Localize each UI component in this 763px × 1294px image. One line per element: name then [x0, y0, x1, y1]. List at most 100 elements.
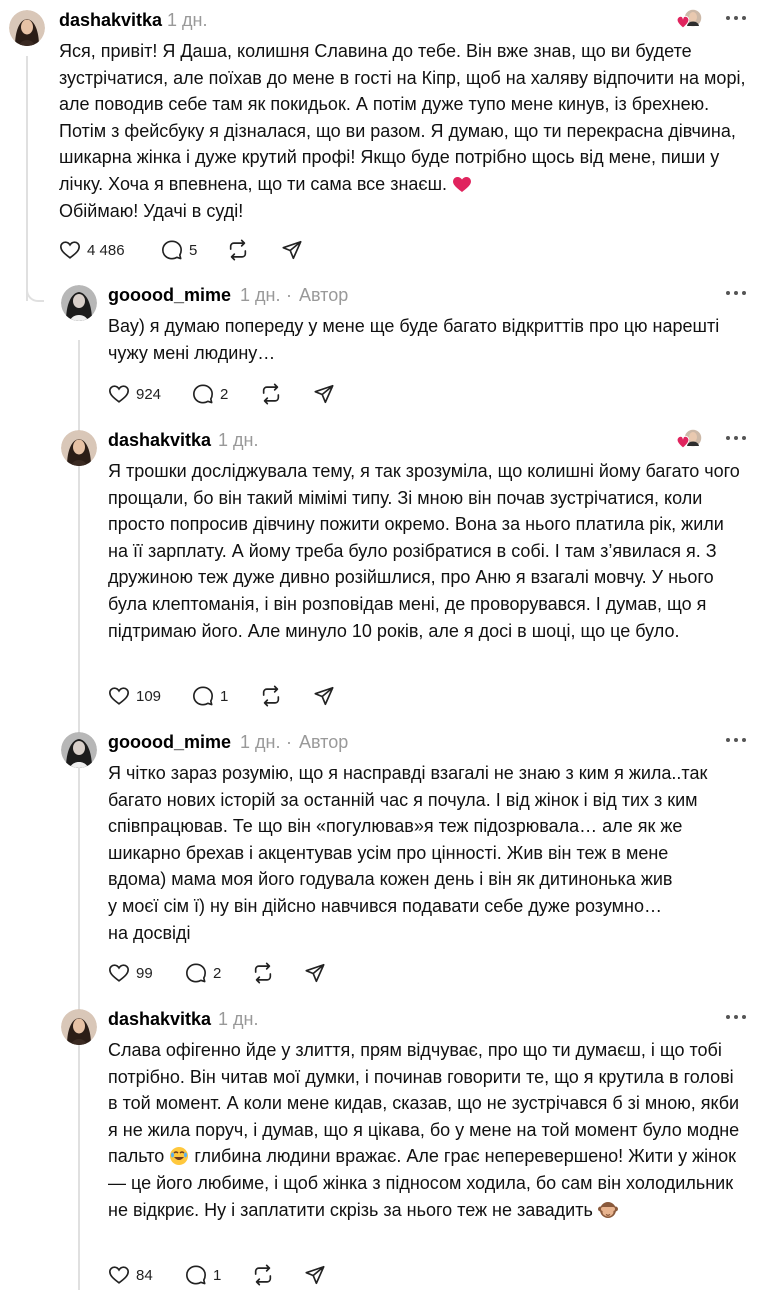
repost-button[interactable] — [251, 1260, 275, 1290]
repost-icon — [254, 1264, 272, 1286]
like-button[interactable]: 924 — [108, 379, 161, 409]
timestamp: 1 дн. — [218, 1009, 259, 1029]
repost-icon — [254, 962, 272, 984]
like-count: 84 — [136, 1266, 153, 1284]
username[interactable]: gooood_mime — [108, 732, 231, 753]
share-button[interactable] — [304, 958, 326, 988]
reply-button[interactable]: 2 — [192, 379, 228, 409]
comment-text-part: глибина людини вражає. Але грає непереве… — [108, 1146, 737, 1220]
heart-icon — [60, 241, 80, 259]
more-options-icon[interactable] — [724, 730, 748, 750]
text-line: на досвіді — [108, 922, 191, 943]
comment-icon — [186, 963, 206, 983]
repost-icon — [262, 383, 280, 405]
action-bar: 924 2 — [108, 379, 388, 409]
reply: dashakvitka 1 дн. Я трошки досліджувала … — [0, 428, 763, 720]
repost-icon — [229, 239, 247, 261]
repost-button[interactable] — [251, 958, 275, 988]
like-button[interactable]: 109 — [108, 681, 161, 711]
comment-icon — [193, 686, 213, 706]
share-icon — [282, 240, 302, 260]
share-button[interactable] — [313, 379, 335, 409]
action-bar: 99 2 — [108, 958, 388, 988]
action-bar: 84 1 — [108, 1260, 388, 1290]
share-icon — [314, 686, 334, 706]
heart-icon — [109, 964, 129, 982]
comment-text: Я трошки досліджувала тему, я так зрозум… — [108, 461, 740, 641]
meta-separator: · — [286, 285, 292, 305]
author-tag: Автор — [299, 285, 349, 305]
text-line: у моєї сім ї) ну він дійсно навчився под… — [108, 895, 662, 916]
author-tag: Автор — [299, 732, 349, 752]
action-bar: 4 486 5 — [59, 235, 359, 265]
comment-text: Слава офігенно йде у злиття, прям відчув… — [108, 1037, 748, 1223]
avatar[interactable] — [61, 285, 97, 321]
reply-count: 1 — [220, 687, 229, 705]
comment-icon — [162, 240, 182, 260]
comment-text-part: Яся, привіт! Я Даша, колишня Славина до … — [59, 41, 746, 194]
share-icon — [305, 1265, 325, 1285]
meta-separator: · — [286, 732, 292, 752]
avatar[interactable] — [9, 10, 45, 46]
username[interactable]: dashakvitka — [108, 1009, 211, 1030]
share-icon — [314, 384, 334, 404]
repost-icon — [262, 685, 280, 707]
avatar[interactable] — [61, 732, 97, 768]
text-line: багато нових історій за останній час я п… — [108, 789, 698, 810]
like-count: 4 486 — [87, 241, 125, 259]
see-no-evil-monkey-emoji — [597, 1200, 618, 1220]
more-options-icon[interactable] — [724, 283, 748, 303]
more-options-icon[interactable] — [724, 1007, 748, 1027]
timestamp: 1 дн. — [240, 285, 281, 305]
text-line: вдома) мама моя його годувала кожен день… — [108, 869, 673, 890]
like-button[interactable]: 84 — [108, 1260, 153, 1290]
action-bar: 109 1 — [108, 681, 388, 711]
comment: dashakvitka 1 дн. Яся, привіт! Я Даша, к… — [0, 8, 763, 280]
share-button[interactable] — [304, 1260, 326, 1290]
author-liked-badge — [676, 8, 704, 30]
reply-button[interactable]: 1 — [192, 681, 228, 711]
more-options-icon[interactable] — [724, 428, 748, 448]
text-line: Я чітко зараз розумію, що я насправді вз… — [108, 763, 708, 783]
reply: gooood_mime 1 дн. · Автор Я чітко зараз … — [0, 732, 763, 997]
avatar[interactable] — [61, 1009, 97, 1045]
heart-icon — [109, 385, 129, 403]
timestamp: 1 дн. — [218, 430, 259, 450]
reply-button[interactable]: 5 — [161, 235, 197, 265]
reply-count: 2 — [220, 385, 229, 403]
repost-button[interactable] — [259, 681, 283, 711]
repost-button[interactable] — [259, 379, 283, 409]
username[interactable]: gooood_mime — [108, 285, 231, 306]
repost-button[interactable] — [226, 235, 250, 265]
comment-text: Вау) я думаю попереду у мене ще буде баг… — [108, 316, 720, 363]
text-line: шикарно брехав і акцентував усім про цін… — [108, 842, 669, 863]
like-button[interactable]: 99 — [108, 958, 153, 988]
share-button[interactable] — [313, 681, 335, 711]
username[interactable]: dashakvitka — [108, 430, 211, 451]
username[interactable]: dashakvitka — [59, 10, 162, 31]
reply-button[interactable]: 1 — [185, 1260, 221, 1290]
red-heart-emoji — [452, 174, 472, 192]
author-liked-badge — [676, 428, 704, 450]
like-count: 99 — [136, 964, 153, 982]
like-count: 109 — [136, 687, 162, 705]
comment-text: Яся, привіт! Я Даша, колишня Славина до … — [59, 38, 749, 224]
timestamp: 1 дн. — [240, 732, 281, 752]
reply-count: 1 — [213, 1266, 222, 1284]
comment-icon — [193, 384, 213, 404]
more-options-icon[interactable] — [724, 8, 748, 28]
comment-text: Я чітко зараз розумію, що я насправді вз… — [108, 760, 748, 946]
like-button[interactable]: 4 486 — [59, 235, 125, 265]
reply: dashakvitka 1 дн. Слава офігенно йде у з… — [0, 1009, 763, 1294]
reply-count: 5 — [189, 241, 198, 259]
rolling-laughing-emoji — [169, 1146, 189, 1166]
timestamp: 1 дн. — [167, 10, 208, 30]
reply-count: 2 — [213, 964, 222, 982]
share-button[interactable] — [281, 235, 303, 265]
reply-button[interactable]: 2 — [185, 958, 221, 988]
avatar[interactable] — [61, 430, 97, 466]
heart-icon — [109, 687, 129, 705]
like-count: 924 — [136, 385, 162, 403]
comment-icon — [186, 1265, 206, 1285]
share-icon — [305, 963, 325, 983]
